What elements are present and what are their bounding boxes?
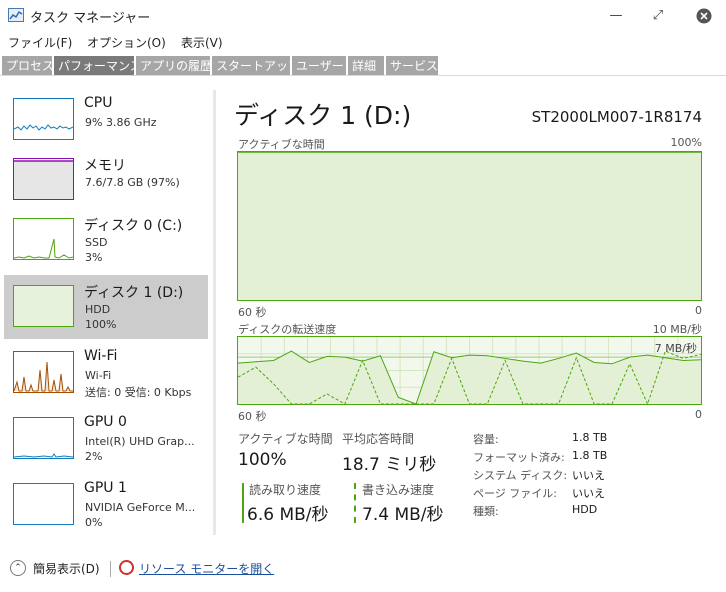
sidebar-label: ディスク 1 (D:) bbox=[84, 285, 184, 301]
sidebar-detail: 9% 3.86 GHz bbox=[85, 116, 157, 129]
resource-sidebar: CPU 9% 3.86 GHz メモリ 7.6/7.8 GB (97%) ディス… bbox=[0, 88, 210, 540]
tab-divider bbox=[0, 75, 726, 76]
tab-processes[interactable]: プロセス bbox=[2, 56, 54, 75]
transfer-plot bbox=[238, 337, 701, 404]
prop-capacity-value: 1.8 TB bbox=[572, 431, 608, 444]
fewer-details-button[interactable]: 簡易表示(D) bbox=[33, 560, 100, 577]
prop-type-key: 種類: bbox=[473, 505, 499, 518]
disk-model: ST2000LM007-1R8174 bbox=[531, 108, 702, 126]
tab-details[interactable]: 詳細 bbox=[348, 56, 384, 75]
sidebar-detail: NVIDIA GeForce M... bbox=[85, 501, 196, 514]
prop-formatted-key: フォーマット済み: bbox=[473, 451, 565, 464]
sidebar-label: CPU bbox=[84, 95, 113, 111]
tab-users[interactable]: ユーザー bbox=[292, 56, 346, 75]
prop-type-value: HDD bbox=[572, 503, 598, 516]
transfer-line-label: 7 MB/秒 bbox=[654, 342, 697, 355]
disk0-thumbnail bbox=[13, 218, 74, 260]
sidebar-detail: 7.6/7.8 GB (97%) bbox=[85, 176, 180, 189]
sidebar-item-memory[interactable]: メモリ 7.6/7.8 GB (97%) bbox=[4, 148, 208, 212]
sidebar-detail: Wi-Fi bbox=[85, 369, 112, 382]
active-time-graph bbox=[237, 151, 702, 301]
active-time-area bbox=[238, 152, 701, 300]
disk1-thumbnail bbox=[13, 285, 74, 327]
sidebar-label: GPU 1 bbox=[84, 480, 127, 496]
resource-monitor-icon bbox=[119, 560, 134, 575]
close-button[interactable] bbox=[692, 4, 716, 28]
prop-page-file-key: ページ ファイル: bbox=[473, 487, 557, 500]
prop-system-disk-key: システム ディスク: bbox=[473, 469, 568, 482]
sidebar-detail: 2% bbox=[85, 450, 103, 463]
transfer-xmin-label: 60 秒 bbox=[238, 410, 267, 423]
tab-startup[interactable]: スタートアップ bbox=[212, 56, 300, 75]
footer-bar: ⌃ 簡易表示(D) リソース モニターを開く bbox=[0, 548, 726, 592]
prop-page-file-value: いいえ bbox=[572, 487, 605, 500]
read-speed-value: 6.6 MB/秒 bbox=[247, 505, 329, 525]
cpu-thumbnail bbox=[13, 98, 74, 140]
minimize-button[interactable]: — bbox=[604, 4, 628, 28]
active-time-xmax-label: 0 bbox=[695, 304, 702, 317]
tab-services[interactable]: サービス bbox=[386, 56, 438, 75]
sidebar-item-gpu-1[interactable]: GPU 1 NVIDIA GeForce M... 0% bbox=[4, 473, 208, 537]
transfer-xmax-label: 0 bbox=[695, 408, 702, 421]
prop-capacity-key: 容量: bbox=[473, 433, 499, 446]
menu-file[interactable]: ファイル(F) bbox=[8, 34, 72, 51]
sidebar-label: ディスク 0 (C:) bbox=[84, 218, 183, 234]
write-speed-indicator bbox=[354, 483, 356, 523]
title-bar: タスク マネージャー — ⤢ bbox=[0, 0, 726, 32]
read-speed-label: 読み取り速度 bbox=[249, 483, 322, 497]
sidebar-item-disk-1[interactable]: ディスク 1 (D:) HDD 100% bbox=[4, 275, 208, 339]
sidebar-label: GPU 0 bbox=[84, 414, 127, 430]
sidebar-detail: SSD bbox=[85, 236, 108, 249]
transfer-max-label: 10 MB/秒 bbox=[652, 323, 702, 336]
detail-panel: ディスク 1 (D:) ST2000LM007-1R8174 アクティブな時間 … bbox=[220, 88, 726, 540]
wifi-thumbnail bbox=[13, 351, 74, 393]
prop-formatted-value: 1.8 TB bbox=[572, 449, 608, 462]
sidebar-scroll-thumb[interactable] bbox=[213, 90, 216, 535]
menu-view[interactable]: 表示(V) bbox=[181, 34, 223, 51]
page-title: ディスク 1 (D:) bbox=[234, 101, 412, 130]
memory-thumbnail bbox=[13, 158, 74, 200]
avg-response-label: 平均応答時間 bbox=[342, 432, 415, 446]
window-title: タスク マネージャー bbox=[30, 11, 151, 26]
active-time-plot bbox=[238, 152, 701, 300]
gpu1-thumbnail bbox=[13, 483, 74, 525]
sidebar-detail: Intel(R) UHD Grap... bbox=[85, 435, 195, 448]
transfer-graph: 7 MB/秒 bbox=[237, 336, 702, 405]
restore-button[interactable]: ⤢ bbox=[646, 4, 670, 28]
sidebar-detail: 100% bbox=[85, 318, 117, 331]
footer-divider bbox=[110, 561, 111, 577]
tab-app-history[interactable]: アプリの履歴 bbox=[136, 56, 212, 75]
sidebar-item-gpu-0[interactable]: GPU 0 Intel(R) UHD Grap... 2% bbox=[4, 407, 208, 471]
sidebar-item-disk-0[interactable]: ディスク 0 (C:) SSD 3% bbox=[4, 208, 208, 272]
active-time-stat-label: アクティブな時間 bbox=[238, 432, 333, 446]
chevron-up-icon[interactable]: ⌃ bbox=[10, 560, 26, 576]
write-speed-label: 書き込み速度 bbox=[362, 483, 435, 497]
sidebar-item-wifi[interactable]: Wi-Fi Wi-Fi 送信: 0 受信: 0 Kbps bbox=[4, 341, 208, 405]
sidebar-detail: HDD bbox=[85, 303, 111, 316]
read-speed-indicator bbox=[242, 483, 244, 523]
menu-options[interactable]: オプション(O) bbox=[87, 34, 166, 51]
transfer-graph-label: ディスクの転送速度 bbox=[238, 323, 337, 336]
menu-bar: ファイル(F) オプション(O) 表示(V) bbox=[0, 32, 726, 52]
avg-response-value: 18.7 ミリ秒 bbox=[342, 455, 437, 475]
sidebar-label: Wi-Fi bbox=[84, 348, 118, 364]
sidebar-item-cpu[interactable]: CPU 9% 3.86 GHz bbox=[4, 88, 208, 152]
task-manager-icon bbox=[8, 8, 24, 22]
prop-system-disk-value: いいえ bbox=[572, 469, 605, 482]
sidebar-detail: 0% bbox=[85, 516, 103, 529]
gpu0-thumbnail bbox=[13, 417, 74, 459]
sidebar-detail: 3% bbox=[85, 251, 103, 264]
active-time-xmin-label: 60 秒 bbox=[238, 306, 267, 319]
active-time-stat-value: 100% bbox=[238, 450, 287, 470]
active-time-graph-label: アクティブな時間 bbox=[238, 138, 325, 151]
sidebar-label: メモリ bbox=[84, 158, 126, 174]
close-icon bbox=[696, 8, 712, 24]
active-time-max-label: 100% bbox=[670, 136, 702, 149]
open-resource-monitor-link[interactable]: リソース モニターを開く bbox=[139, 560, 274, 577]
write-speed-value: 7.4 MB/秒 bbox=[362, 505, 444, 525]
tab-bar: プロセス パフォーマンス アプリの履歴 スタートアップ ユーザー 詳細 サービス bbox=[0, 55, 726, 75]
tab-performance[interactable]: パフォーマンス bbox=[54, 56, 142, 75]
sidebar-detail: 送信: 0 受信: 0 Kbps bbox=[85, 386, 192, 399]
